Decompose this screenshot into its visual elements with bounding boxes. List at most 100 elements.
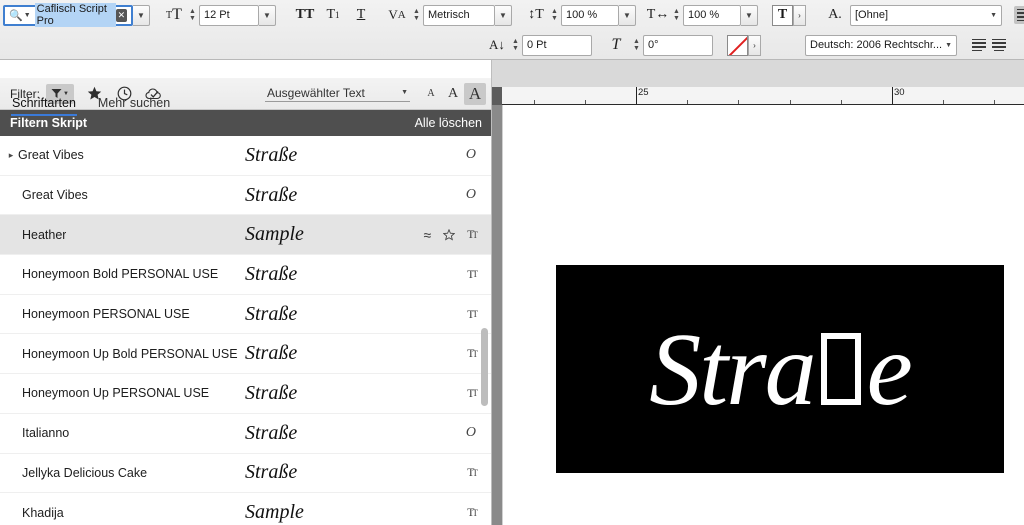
no-stroke-swatch-icon[interactable] [727,34,748,56]
font-size-dropdown-button[interactable]: ▼ [259,4,276,26]
chevron-down-icon: ▼ [990,11,997,19]
vertical-scale-input[interactable]: 100 % [561,4,619,26]
font-preview-sample: Straße [245,262,298,285]
stroke-swatch-menu-button[interactable]: › [748,34,761,56]
ruler-minor-tick [687,100,689,104]
all-caps-icon[interactable]: TT [290,7,320,23]
horizontal-scale-dropdown-button[interactable]: ▼ [741,4,758,26]
font-size-stepper[interactable]: ▲ ▼ [186,5,199,26]
tab-schriftarten[interactable]: Schriftarten [11,96,77,116]
expand-chevron-icon[interactable]: ▸ [4,150,18,161]
font-preview-sample: Sample [245,501,304,524]
vertical-scale-stepper[interactable]: ▲ ▼ [548,5,561,26]
vertical-ruler[interactable] [492,87,502,525]
underline-icon[interactable]: T [346,7,376,23]
horizontal-ruler[interactable]: 253035 [492,87,1024,105]
search-dropdown-caret-icon[interactable]: ▼ [24,12,31,19]
font-size-icon: TT [166,6,182,23]
preview-size-large-button[interactable]: A [464,82,486,105]
opentype-icon: O [465,147,476,163]
document-canvas[interactable]: Stra e [502,105,1024,525]
preview-size-small-button[interactable]: A [420,83,442,105]
clear-search-button[interactable]: ✕ [115,8,127,22]
missing-glyph-box [820,333,861,405]
font-row-marks: O [466,147,476,163]
baseline-shift-icon: A↓ [489,37,505,52]
font-list-item[interactable]: Italianno Straße O [0,414,491,454]
font-list-scroll-thumb[interactable] [481,328,488,406]
align-justify-left-button[interactable] [969,36,989,54]
font-list-item[interactable]: Honeymoon Bold PERSONAL USE Straße T T [0,255,491,295]
font-preview-sample: Straße [245,183,298,206]
kerning-icon: VA [388,7,406,22]
activate-font-icon[interactable]: ≈ [423,227,431,243]
italic-skew-icon: T [611,36,621,53]
font-list-item[interactable]: Khadija Sample T T [0,493,491,525]
font-preview-sample: Straße [245,342,298,365]
font-name: Italianno [22,426,70,441]
preview-mode-dropdown[interactable]: Ausgewählter Text ▼ [265,86,410,102]
fill-swatch-menu-button[interactable]: › [793,4,806,26]
clear-all-filters-button[interactable]: Alle löschen [415,116,482,130]
baseline-shift-stepper[interactable]: ▲ ▼ [509,35,522,56]
font-name: Heather [22,227,67,242]
font-list-item[interactable]: Honeymoon Up PERSONAL USE Straße T T [0,374,491,414]
skew-stepper[interactable]: ▲ ▼ [630,35,643,56]
align-left-button[interactable] [1014,6,1024,24]
horizontal-scale-icon: T↔ [646,7,670,22]
ruler-minor-tick [789,100,791,104]
kerning-dropdown-button[interactable]: ▼ [495,4,512,26]
font-size-input[interactable]: 12 Pt [199,4,259,26]
vertical-scale-dropdown-button[interactable]: ▼ [619,4,636,26]
opentype-icon: O [465,187,476,203]
artwork-black-frame[interactable]: Stra e [556,265,1004,473]
font-name: Honeymoon Up Bold PERSONAL USE [22,346,238,361]
font-list-item[interactable]: Great Vibes Straße O [0,176,491,216]
font-row-marks: TT [467,267,478,282]
font-row-marks: ≈ T T [423,227,477,243]
horizontal-scale-stepper[interactable]: ▲ ▼ [670,5,683,26]
kerning-input[interactable]: Metrisch [423,4,495,26]
preview-size-medium-button[interactable]: A [442,83,464,105]
font-list-item[interactable]: Honeymoon PERSONAL USE Straße T T [0,295,491,335]
favorite-star-icon[interactable] [443,228,456,241]
fill-color-swatch[interactable]: T [772,4,793,26]
font-preview-sample: Straße [245,143,298,166]
font-list-item[interactable]: ▸ Great Vibes Straße O [0,136,491,176]
truetype-icon: TT [467,465,478,480]
kerning-stepper[interactable]: ▲ ▼ [410,5,423,26]
ruler-minor-tick [840,100,842,104]
language-dropdown[interactable]: Deutsch: 2006 Rechtschr... ▼ [805,34,957,56]
font-list-item[interactable]: Jellyka Delicious Cake Straße T T [0,454,491,494]
font-list-scrollbar[interactable] [480,136,489,525]
artwork-text: Stra e [556,265,1004,473]
align-justify-center-button[interactable] [989,36,1009,54]
ruler-minor-tick [584,100,586,104]
search-icon: 🔍 [9,9,23,22]
font-row-marks: TT [467,307,478,322]
font-family-search-input[interactable]: 🔍 ▼ Caflisch Script Pro ✕ [3,3,133,27]
vertical-scale-icon: ↕T [528,7,544,22]
superscript-icon[interactable]: T1 [320,7,346,23]
ruler-minor-tick [738,100,740,104]
skew-input[interactable]: 0° [643,34,713,56]
font-list[interactable]: ▸ Great Vibes Straße O Great Vibes Straße O Hea… [0,136,491,525]
ruler-label: 30 [894,87,905,98]
truetype-icon: TT [467,385,478,400]
font-list-item[interactable]: Honeymoon Up Bold PERSONAL USE Straße T T [0,334,491,375]
tab-mehr-suchen[interactable]: Mehr suchen [98,96,170,114]
character-style-dropdown[interactable]: [Ohne] ▼ [850,4,1002,26]
ruler-origin-corner[interactable] [492,87,502,105]
indesign-window: 🔍 ▼ Caflisch Script Pro ✕ ▼ TT ▲ ▼ 12 Pt … [0,0,1024,525]
font-list-item[interactable]: Heather Sample ≈ T T [0,215,491,256]
chevron-down-icon: ▼ [945,41,952,49]
panel-tabs: Schriftarten Mehr suchen [0,90,170,120]
font-preview-sample: Straße [245,302,298,325]
baseline-shift-input[interactable]: 0 Pt [522,34,592,56]
font-name: Honeymoon PERSONAL USE [22,307,190,322]
truetype-icon: TT [467,505,478,520]
font-family-value: Caflisch Script Pro [34,3,116,27]
horizontal-scale-input[interactable]: 100 % [683,4,741,26]
font-family-dropdown-button[interactable]: ▼ [133,4,150,26]
artwork-text-after: e [866,311,913,427]
